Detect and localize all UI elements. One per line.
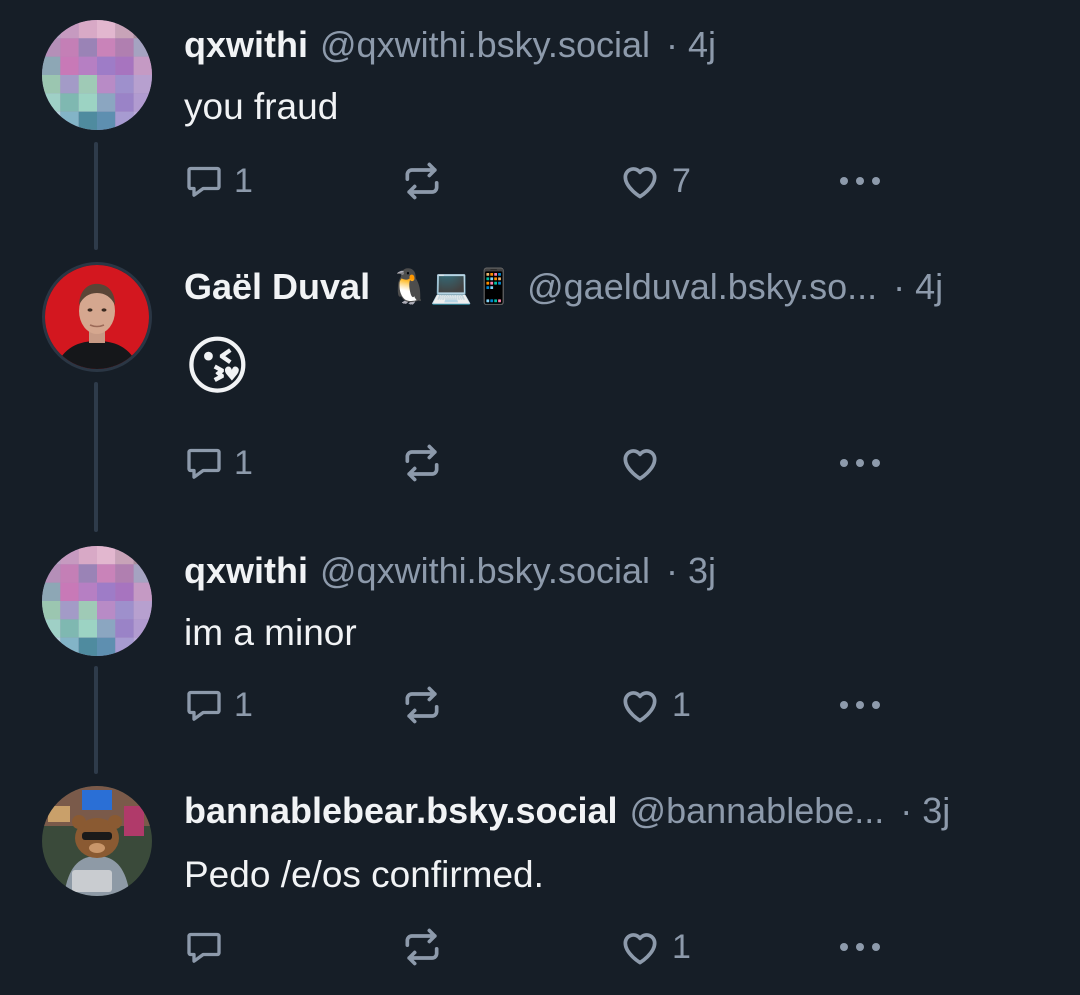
repost-button[interactable]	[400, 438, 444, 488]
repost-icon	[405, 444, 439, 482]
pixelated-avatar-image	[42, 20, 152, 130]
avatar[interactable]	[42, 546, 152, 656]
photo-avatar-image	[45, 265, 149, 369]
post-text: Pedo /e/os confirmed.	[184, 854, 544, 895]
heart-icon	[623, 167, 657, 199]
more-options-button[interactable]	[836, 680, 884, 730]
repost-icon	[405, 162, 439, 200]
heart-icon	[623, 691, 657, 723]
author-name[interactable]: qxwithi	[184, 550, 308, 592]
like-button[interactable]: 1	[618, 922, 691, 972]
author-name[interactable]: qxwithi	[184, 24, 308, 66]
post-header: bannablebear.bsky.social @bannablebe... …	[184, 786, 1038, 836]
author-name[interactable]: Gaël Duval	[184, 266, 370, 308]
post-text: im a minor	[184, 612, 357, 653]
ellipsis-icon	[840, 701, 880, 709]
like-button[interactable]: 7	[618, 156, 691, 206]
repost-icon	[405, 686, 439, 724]
repost-button[interactable]	[400, 922, 444, 972]
avatar[interactable]	[42, 20, 152, 130]
repost-button[interactable]	[400, 156, 444, 206]
like-button[interactable]	[618, 438, 672, 488]
post-header: Gaël Duval 🐧💻📱 @gaelduval.bsky.so... · 4…	[184, 262, 1038, 312]
name-emojis: 🐧💻📱	[388, 267, 516, 307]
more-options-button[interactable]	[836, 438, 884, 488]
post-actions: 1	[184, 922, 904, 972]
repost-button[interactable]	[400, 680, 444, 730]
reply-count: 1	[234, 685, 253, 724]
bear-avatar-image	[42, 786, 152, 896]
reply-count: 1	[234, 161, 253, 200]
post-header: qxwithi @qxwithi.bsky.social · 3j	[184, 546, 1038, 596]
reply-icon	[187, 932, 221, 963]
avatar[interactable]	[42, 262, 152, 372]
avatar[interactable]	[42, 786, 152, 896]
ellipsis-icon	[840, 459, 880, 467]
post-time[interactable]: · 3j	[900, 790, 950, 832]
reply-count: 1	[234, 443, 253, 482]
heart-icon	[623, 449, 657, 481]
post-time[interactable]: · 4j	[893, 266, 943, 308]
ellipsis-icon	[840, 943, 880, 951]
author-handle[interactable]: @bannablebe...	[630, 790, 885, 832]
author-handle[interactable]: @gaelduval.bsky.so...	[527, 266, 877, 308]
like-count: 1	[672, 927, 691, 966]
author-handle[interactable]: @qxwithi.bsky.social	[320, 550, 650, 592]
author-handle[interactable]: @qxwithi.bsky.social	[320, 24, 650, 66]
post-actions: 1 1	[184, 680, 904, 730]
reply-button[interactable]: 1	[184, 156, 253, 206]
post-text: 😘	[184, 330, 251, 404]
reply-icon	[187, 448, 221, 479]
ellipsis-icon	[840, 177, 880, 185]
reply-icon	[187, 690, 221, 721]
reply-button[interactable]	[184, 922, 234, 972]
like-count: 1	[672, 685, 691, 724]
like-button[interactable]: 1	[618, 680, 691, 730]
reply-button[interactable]: 1	[184, 680, 253, 730]
post-header: qxwithi @qxwithi.bsky.social · 4j	[184, 20, 1038, 70]
reply-icon	[187, 166, 221, 197]
reply-button[interactable]: 1	[184, 438, 253, 488]
thread-line	[94, 382, 98, 532]
thread-line	[94, 666, 98, 774]
post-time[interactable]: · 3j	[666, 550, 716, 592]
post-actions: 1 7	[184, 156, 904, 206]
repost-icon	[405, 928, 439, 966]
like-count: 7	[672, 161, 691, 200]
pixelated-avatar-image	[42, 546, 152, 656]
more-options-button[interactable]	[836, 156, 884, 206]
post-actions: 1	[184, 438, 904, 488]
post-text: you fraud	[184, 86, 339, 127]
more-options-button[interactable]	[836, 922, 884, 972]
thread-line	[94, 142, 98, 250]
post-time[interactable]: · 4j	[666, 24, 716, 66]
heart-icon	[623, 933, 657, 965]
author-name[interactable]: bannablebear.bsky.social	[184, 790, 618, 832]
